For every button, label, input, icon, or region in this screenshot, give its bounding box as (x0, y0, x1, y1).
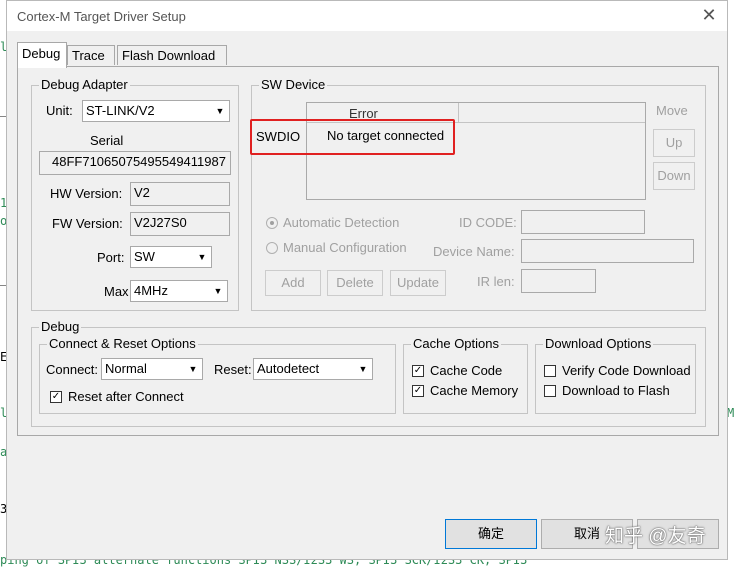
connect-value: Normal (105, 361, 147, 376)
delete-button[interactable]: Delete (327, 270, 383, 296)
download-options-legend: Download Options (543, 336, 654, 351)
device-name-label: Device Name: (433, 244, 515, 259)
reset-label: Reset: (214, 362, 252, 377)
reset-value: Autodetect (257, 361, 320, 376)
max-clock-select[interactable]: 4MHz ▼ (130, 280, 228, 302)
move-label: Move (656, 103, 688, 118)
cache-code-checkbox[interactable]: ✓ (412, 365, 424, 377)
debug-adapter-legend: Debug Adapter (39, 77, 130, 92)
reset-after-connect-checkbox[interactable]: ✓ (50, 391, 62, 403)
chevron-down-icon: ▼ (213, 286, 223, 296)
auto-detect-label: Automatic Detection (283, 215, 400, 230)
chevron-down-icon: ▼ (358, 364, 368, 374)
max-clock-value: 4MHz (134, 283, 168, 298)
connect-select[interactable]: Normal ▼ (101, 358, 203, 380)
chevron-down-icon: ▼ (188, 364, 198, 374)
highlight-box (250, 119, 455, 155)
download-to-flash-label: Download to Flash (562, 383, 670, 398)
debug-tab-panel: Debug Adapter Unit: ST-LINK/V2 ▼ Serial … (17, 66, 719, 436)
add-button[interactable]: Add (265, 270, 321, 296)
window-title: Cortex-M Target Driver Setup (17, 9, 186, 24)
chevron-down-icon: ▼ (215, 106, 225, 116)
cache-memory-label: Cache Memory (430, 383, 519, 398)
fw-version-field: V2J27S0 (130, 212, 230, 236)
update-button[interactable]: Update (390, 270, 446, 296)
cache-options-legend: Cache Options (411, 336, 501, 351)
reset-select[interactable]: Autodetect ▼ (253, 358, 373, 380)
connect-label: Connect: (46, 362, 99, 377)
debug-options-group: Debug Connect & Reset Options Connect: N… (31, 319, 706, 427)
move-up-button[interactable]: Up (653, 129, 695, 157)
port-select[interactable]: SW ▼ (130, 246, 212, 268)
move-down-button[interactable]: Down (653, 162, 695, 190)
verify-download-label: Verify Code Download (562, 363, 691, 378)
port-value: SW (134, 249, 155, 264)
sw-device-legend: SW Device (259, 77, 328, 92)
hw-version-label: HW Version: (50, 186, 123, 201)
id-code-label: ID CODE: (459, 215, 517, 230)
download-options-group: Download Options Verify Code Download Do… (535, 336, 696, 414)
close-icon[interactable]: ✕ (699, 5, 719, 25)
cache-options-group: Cache Options ✓ Cache Code ✓ Cache Memor… (403, 336, 528, 414)
reset-after-connect-label: Reset after Connect (68, 389, 184, 404)
download-to-flash-checkbox[interactable] (544, 385, 556, 397)
tab-debug[interactable]: Debug (17, 42, 67, 68)
target-driver-setup-dialog: Cortex-M Target Driver Setup ✕ Debug Tra… (6, 0, 728, 560)
debug-adapter-group: Debug Adapter Unit: ST-LINK/V2 ▼ Serial … (31, 77, 239, 311)
debug-legend: Debug (39, 319, 82, 334)
list-header-blank (459, 103, 645, 123)
auto-detect-radio[interactable] (266, 217, 278, 229)
fw-version-label: FW Version: (52, 216, 123, 231)
serial-label: Serial (90, 133, 124, 148)
manual-config-label: Manual Configuration (283, 240, 407, 255)
manual-config-radio[interactable] (266, 242, 278, 254)
tab-flash-download[interactable]: Flash Download (117, 45, 227, 65)
hw-version-field: V2 (130, 182, 230, 206)
id-code-field[interactable] (521, 210, 645, 234)
serial-field: 48FF71065075495549411987 (39, 151, 231, 175)
verify-download-checkbox[interactable] (544, 365, 556, 377)
unit-select[interactable]: ST-LINK/V2 ▼ (82, 100, 230, 122)
code-fragment: M (727, 406, 735, 420)
tab-trace[interactable]: Trace (67, 45, 115, 65)
max-label: Max (104, 284, 129, 299)
sw-device-group: SW Device Error No target connected SWDI… (250, 77, 706, 311)
cache-memory-checkbox[interactable]: ✓ (412, 385, 424, 397)
connect-reset-group: Connect & Reset Options Connect: Normal … (39, 336, 396, 414)
connect-reset-legend: Connect & Reset Options (47, 336, 198, 351)
unit-label: Unit: (46, 103, 73, 118)
chevron-down-icon: ▼ (197, 252, 207, 262)
ir-len-field[interactable] (521, 269, 596, 293)
unit-value: ST-LINK/V2 (86, 103, 155, 118)
port-label: Port: (97, 250, 125, 265)
device-name-field[interactable] (521, 239, 694, 263)
cache-code-label: Cache Code (430, 363, 503, 378)
ir-len-label: IR len: (477, 274, 515, 289)
watermark: 知乎 @友奇 (605, 526, 706, 547)
title-bar: Cortex-M Target Driver Setup ✕ (7, 1, 727, 31)
ok-button[interactable]: 确定 (445, 519, 537, 549)
